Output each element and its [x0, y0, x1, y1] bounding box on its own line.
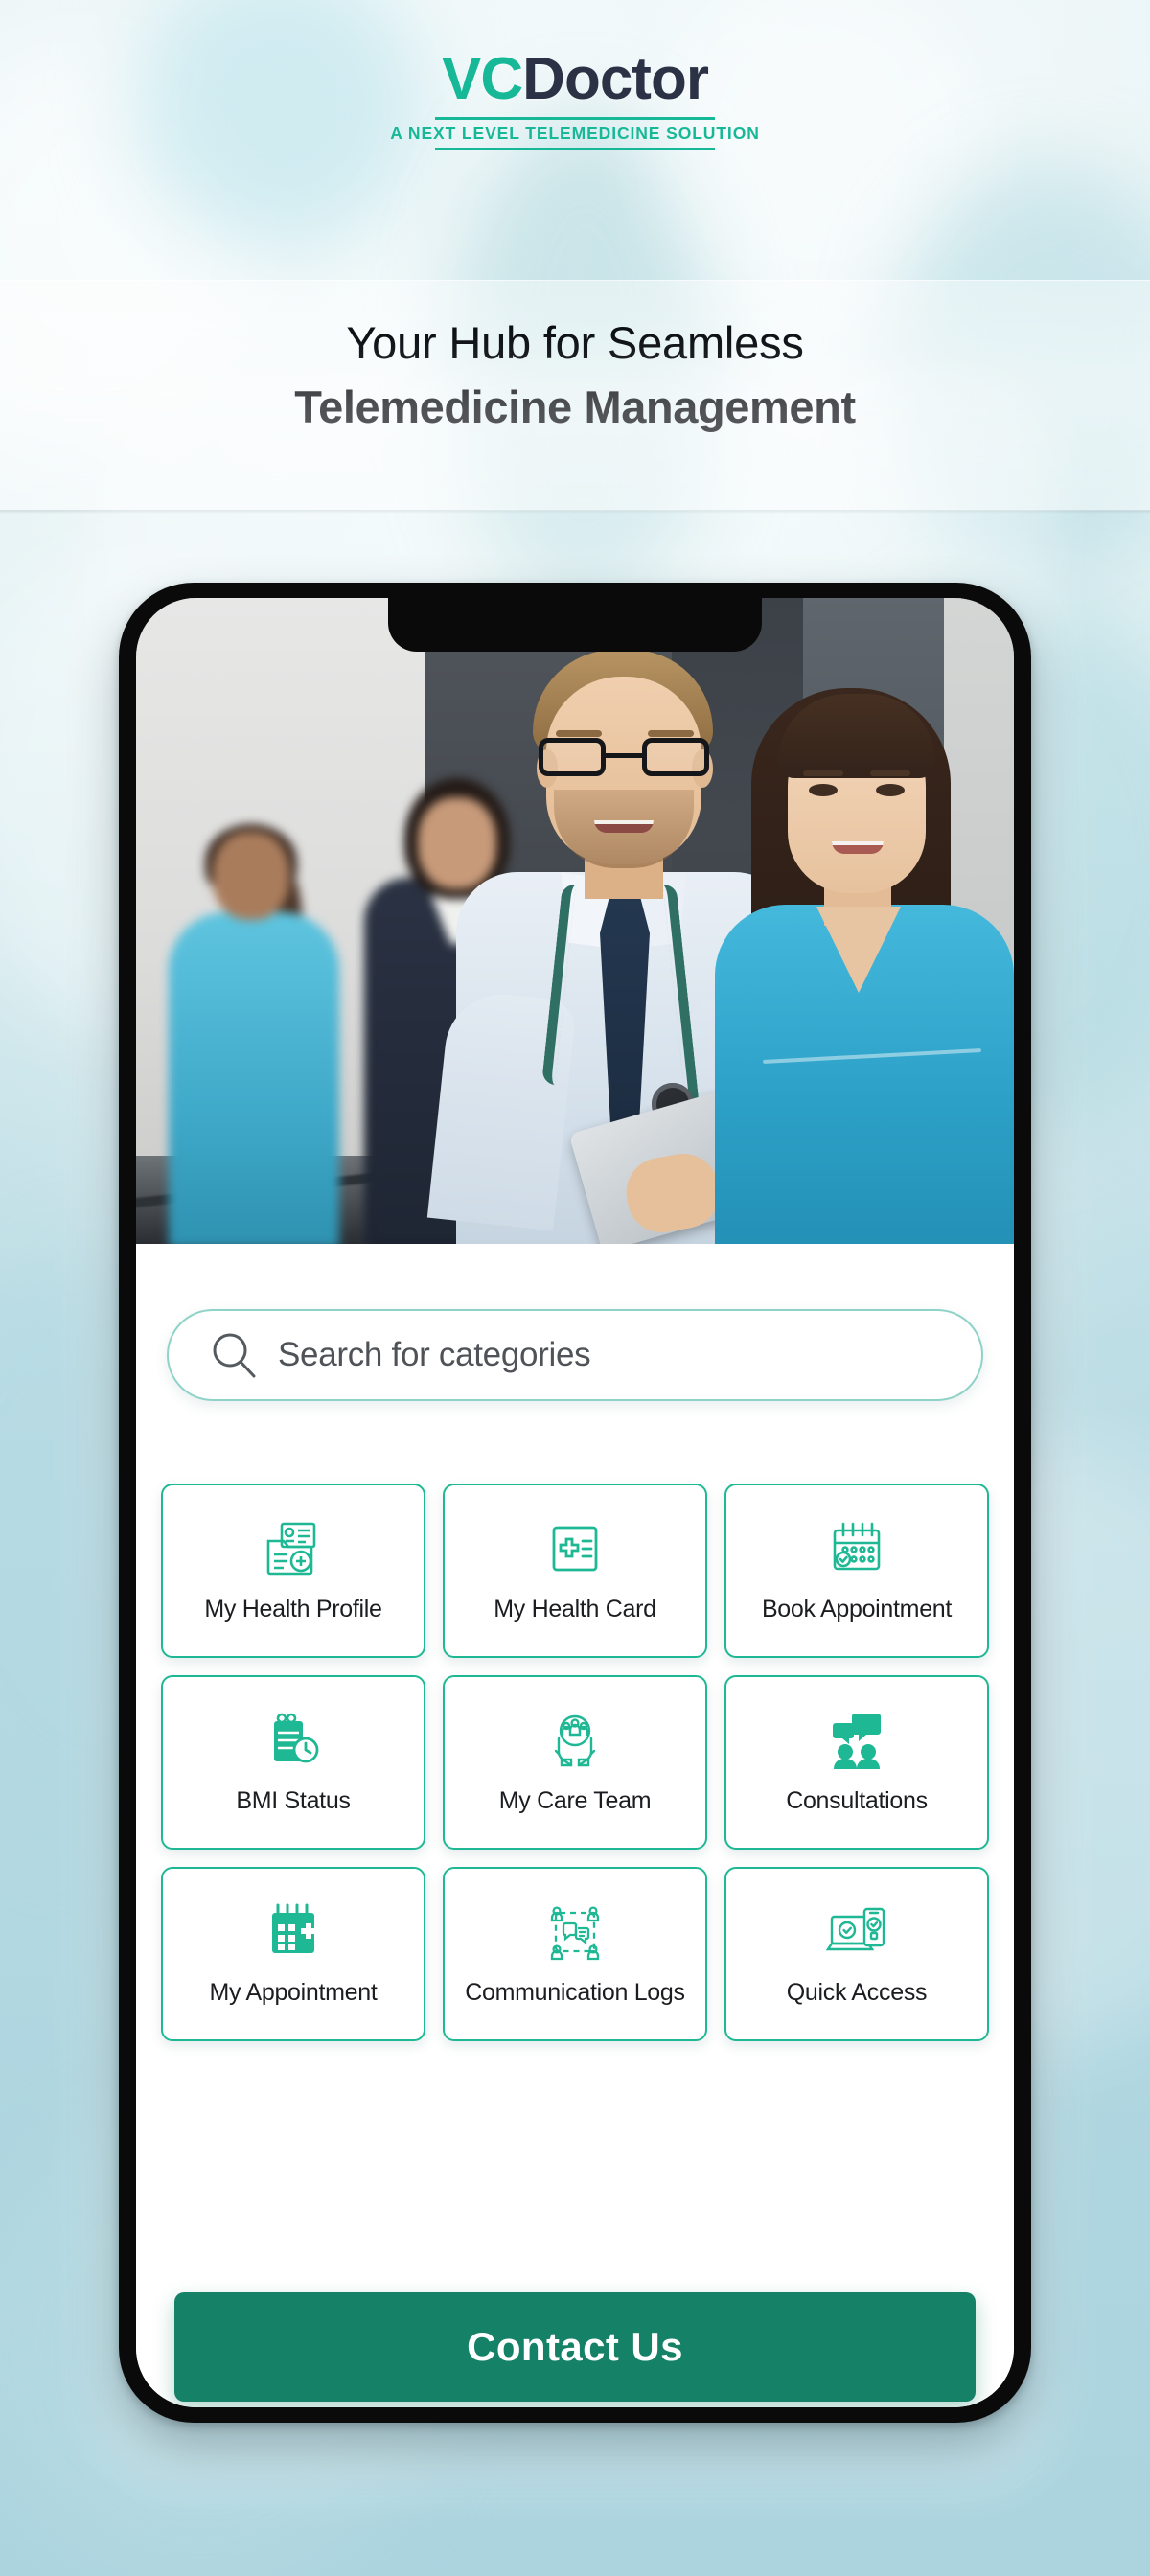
app-content: Search for categories My Health Profile	[136, 1244, 1014, 2407]
tile-book-appointment[interactable]: Book Appointment	[724, 1484, 989, 1658]
tile-my-care-team[interactable]: My Care Team	[443, 1675, 707, 1850]
tile-label: My Health Profile	[204, 1595, 382, 1622]
logo-secondary-text: Doctor	[522, 46, 709, 112]
phone-notch	[388, 598, 762, 652]
tile-label: Communication Logs	[465, 1978, 685, 2006]
tile-label: Book Appointment	[761, 1595, 953, 1622]
health-card-icon	[552, 1526, 598, 1572]
calendar-plus-icon	[272, 1903, 316, 1953]
health-profile-folder-icon	[266, 1522, 316, 1576]
tile-bmi-status[interactable]: BMI Status	[161, 1675, 426, 1850]
contact-us-label: Contact Us	[467, 2324, 683, 2369]
logo-wordmark: VCDoctor	[442, 50, 709, 109]
tile-label: BMI Status	[236, 1786, 351, 1814]
hands-holding-people-icon	[554, 1714, 596, 1766]
phone-mockup: Search for categories My Health Profile	[119, 583, 1031, 2423]
background-nurse-figure	[163, 824, 345, 1244]
tile-quick-access[interactable]: Quick Access	[724, 1867, 989, 2041]
brand-logo: VCDoctor A NEXT LEVEL TELEMEDICINE SOLUT…	[0, 50, 1150, 150]
logo-divider-top	[435, 117, 715, 120]
tile-label: My Care Team	[498, 1786, 652, 1814]
tile-label: Consultations	[786, 1786, 928, 1814]
search-input[interactable]: Search for categories	[167, 1309, 983, 1401]
tile-communication-logs[interactable]: Communication Logs	[443, 1867, 707, 2041]
tile-my-health-profile[interactable]: My Health Profile	[161, 1484, 426, 1658]
contact-us-button[interactable]: Contact Us	[174, 2292, 976, 2402]
tile-my-appointment[interactable]: My Appointment	[161, 1867, 426, 2041]
promo-page: VCDoctor A NEXT LEVEL TELEMEDICINE SOLUT…	[0, 0, 1150, 2576]
hero-photo	[136, 598, 1014, 1244]
clipboard-clock-icon	[274, 1713, 319, 1763]
calendar-check-icon	[833, 1522, 881, 1571]
tile-label: Quick Access	[786, 1978, 928, 2006]
devices-check-icon	[826, 1907, 886, 1950]
tile-label: My Appointment	[209, 1978, 378, 2006]
tile-label: My Health Card	[494, 1595, 656, 1622]
headline-line-1: Your Hub for Seamless	[346, 317, 804, 368]
tile-my-health-card[interactable]: My Health Card	[443, 1484, 707, 1658]
chat-people-icon	[833, 1713, 881, 1769]
communication-network-icon	[550, 1906, 600, 1960]
search-icon	[213, 1333, 256, 1378]
category-grid: My Health Profile My Health Card Book Ap…	[161, 1484, 989, 2041]
logo-divider-bottom	[435, 147, 715, 150]
search-placeholder: Search for categories	[278, 1336, 591, 1373]
phone-screen: Search for categories My Health Profile	[136, 598, 1014, 2407]
nurse-figure	[715, 688, 1014, 1244]
tile-consultations[interactable]: Consultations	[724, 1675, 989, 1850]
logo-tagline: A NEXT LEVEL TELEMEDICINE SOLUTION	[390, 124, 760, 143]
logo-primary-text: VC	[442, 46, 523, 112]
